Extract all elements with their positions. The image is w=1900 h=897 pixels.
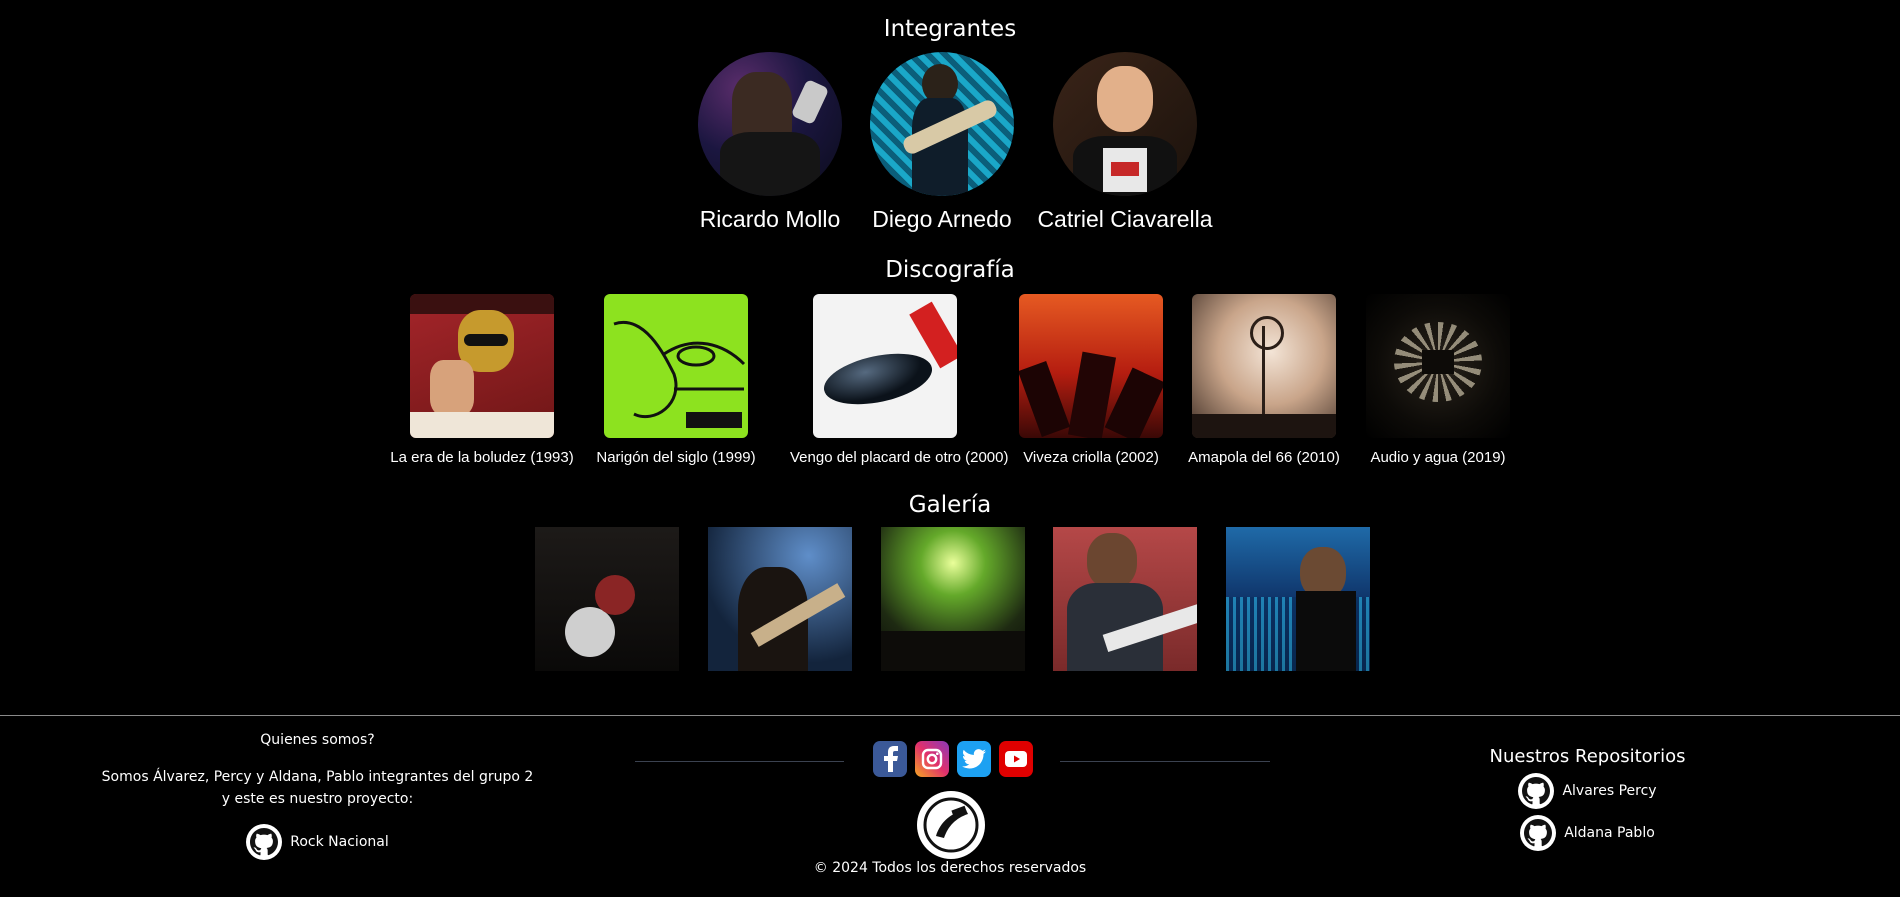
copyright: © 2024 Todos los derechos reservados bbox=[813, 860, 1087, 876]
about-title: Quienes somos? bbox=[260, 732, 375, 748]
social-links bbox=[873, 741, 1033, 777]
member-name: Ricardo Mollo bbox=[699, 206, 841, 232]
gallery-photo[interactable] bbox=[1226, 527, 1370, 671]
github-icon bbox=[246, 824, 283, 860]
repo-link[interactable]: Alvares Percy bbox=[1480, 773, 1695, 809]
gallery-photo[interactable] bbox=[535, 527, 679, 671]
project-link[interactable]: Rock Nacional bbox=[95, 824, 540, 860]
repos-title: Nuestros Repositorios bbox=[1489, 746, 1686, 767]
album-card[interactable]: Audio y agua (2019) bbox=[1343, 294, 1533, 466]
repo-link[interactable]: Aldana Pablo bbox=[1480, 815, 1695, 851]
footer: Quienes somos? Somos Álvarez, Percy y Al… bbox=[0, 715, 1900, 897]
album-title: Viveza criolla (2002) bbox=[1023, 449, 1159, 466]
member-card[interactable]: Catriel Ciavarella bbox=[1025, 52, 1225, 233]
members-title: Integrantes bbox=[883, 16, 1017, 42]
member-photo bbox=[1053, 52, 1197, 196]
logo-icon bbox=[917, 791, 985, 859]
gallery-photo[interactable] bbox=[1053, 527, 1197, 671]
album-cover bbox=[604, 294, 748, 438]
album-cover bbox=[813, 294, 957, 438]
album-card[interactable]: Narigón del siglo (1999) bbox=[581, 294, 771, 466]
about-line: y este es nuestro proyecto: bbox=[221, 791, 414, 807]
member-photo bbox=[870, 52, 1014, 196]
member-name: Diego Arnedo bbox=[872, 206, 1012, 232]
gallery-photo[interactable] bbox=[881, 527, 1025, 671]
album-cover bbox=[1019, 294, 1163, 438]
member-photo bbox=[698, 52, 842, 196]
album-card[interactable]: Vengo del placard de otro (2000) bbox=[790, 294, 1009, 466]
about-description: Somos Álvarez, Percy y Aldana, Pablo int… bbox=[95, 766, 540, 810]
album-title: La era de la boludez (1993) bbox=[390, 449, 574, 466]
album-title: Audio y agua (2019) bbox=[1370, 449, 1506, 466]
album-cover bbox=[410, 294, 554, 438]
album-cover bbox=[1366, 294, 1510, 438]
divider bbox=[1060, 761, 1270, 762]
gallery-title: Galería bbox=[908, 492, 992, 518]
divider bbox=[635, 761, 844, 762]
discography-title: Discografía bbox=[885, 257, 1015, 283]
gallery-photo[interactable] bbox=[708, 527, 852, 671]
github-icon bbox=[1518, 773, 1555, 809]
album-title: Amapola del 66 (2010) bbox=[1188, 449, 1340, 466]
album-title: Narigón del siglo (1999) bbox=[596, 449, 756, 466]
album-card[interactable]: Amapola del 66 (2010) bbox=[1169, 294, 1359, 466]
album-card[interactable]: Viveza criolla (2002) bbox=[996, 294, 1186, 466]
facebook-icon[interactable] bbox=[873, 741, 907, 777]
repo-label: Aldana Pablo bbox=[1564, 825, 1655, 841]
member-card[interactable]: Diego Arnedo bbox=[842, 52, 1042, 233]
instagram-icon[interactable] bbox=[915, 741, 949, 777]
youtube-icon[interactable] bbox=[999, 741, 1033, 777]
album-card[interactable]: La era de la boludez (1993) bbox=[387, 294, 577, 466]
album-cover bbox=[1192, 294, 1336, 438]
repo-label: Alvares Percy bbox=[1562, 783, 1657, 799]
github-icon bbox=[1520, 815, 1557, 851]
twitter-icon[interactable] bbox=[957, 741, 991, 777]
project-link-label: Rock Nacional bbox=[290, 834, 389, 850]
repos-section: Nuestros Repositorios Alvares Percy Alda… bbox=[1480, 746, 1695, 851]
member-name: Catriel Ciavarella bbox=[1037, 206, 1213, 232]
album-title: Vengo del placard de otro (2000) bbox=[790, 449, 1009, 466]
member-card[interactable]: Ricardo Mollo bbox=[670, 52, 870, 233]
about-line: Somos Álvarez, Percy y Aldana, Pablo int… bbox=[101, 769, 534, 785]
